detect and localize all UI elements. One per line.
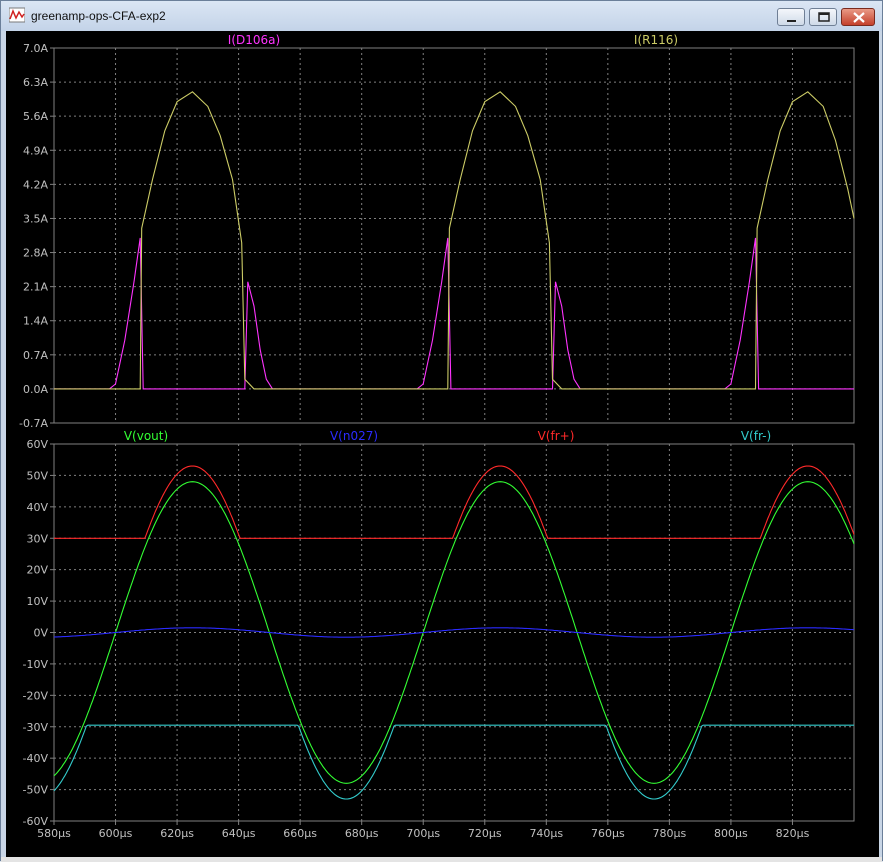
title-bar[interactable]: greenamp-ops-CFA-exp2 <box>1 1 882 31</box>
legend-label[interactable]: V(fr+) <box>538 429 575 443</box>
y-tick-label: 2.8A <box>23 247 48 260</box>
trace-vfr-[interactable] <box>53 724 854 800</box>
y-tick-label: 40V <box>26 501 48 514</box>
y-tick-label: 0.0A <box>23 383 48 396</box>
y-tick-label: -40V <box>23 752 49 765</box>
y-tick-label: -10V <box>23 658 49 671</box>
waveform-icon <box>9 7 25 23</box>
y-tick-label: -20V <box>23 689 49 702</box>
close-icon <box>853 12 865 23</box>
x-tick-label: 780µs <box>653 827 687 840</box>
maximize-button[interactable] <box>809 8 837 26</box>
y-tick-label: -0.7A <box>19 417 48 430</box>
y-tick-label: 20V <box>26 564 48 577</box>
y-tick-label: 4.2A <box>23 178 48 191</box>
y-tick-label: 30V <box>26 532 48 545</box>
trace-ir116[interactable] <box>54 91 855 390</box>
x-tick-label: 700µs <box>406 827 440 840</box>
y-tick-label: 2.1A <box>23 281 48 294</box>
x-tick-label: 640µs <box>222 827 256 840</box>
y-tick-label: 3.5A <box>23 212 48 225</box>
y-tick-label: 0.7A <box>23 349 48 362</box>
y-tick-label: 10V <box>26 595 48 608</box>
window-title: greenamp-ops-CFA-exp2 <box>31 9 166 23</box>
x-tick-label: 620µs <box>160 827 194 840</box>
x-tick-label: 800µs <box>714 827 748 840</box>
y-tick-label: 5.6A <box>23 110 48 123</box>
x-tick-label: 820µs <box>776 827 810 840</box>
y-tick-label: 50V <box>26 469 48 482</box>
y-tick-label: 0V <box>33 627 48 640</box>
voltage-pane[interactable]: 60V 50V 40V 30V 20V 10V 0V -10V -20V -30V -40V -50V… <box>23 429 855 828</box>
y-tick-label: 7.0A <box>23 42 48 55</box>
x-tick-label: 740µs <box>529 827 563 840</box>
x-tick-label: 720µs <box>468 827 502 840</box>
x-tick-label: 600µs <box>99 827 133 840</box>
y-tick-label: -30V <box>23 721 49 734</box>
status-bar <box>1 857 882 862</box>
pane-frame <box>53 47 855 424</box>
x-tick-label: 580µs <box>37 827 71 840</box>
waveform-plot[interactable]: 7.0A 6.3A 5.6A 4.9A 4.2A 3.5A 2.8A 2.1A 1.4A 0.7A… <box>6 31 879 857</box>
y-tick-label: 4.9A <box>23 144 48 157</box>
waveform-window: greenamp-ops-CFA-exp2 7.0A 6.3A 5.6A 4.9A 4.… <box>0 0 883 862</box>
legend-label[interactable]: V(n027) <box>330 429 378 443</box>
x-tick-label: 660µs <box>283 827 317 840</box>
legend-label[interactable]: V(fr-) <box>741 429 771 443</box>
y-tick-label: 60V <box>26 438 48 451</box>
current-pane[interactable]: 7.0A 6.3A 5.6A 4.9A 4.2A 3.5A 2.8A 2.1A 1.4A 0.7A… <box>19 33 855 430</box>
y-tick-label: 6.3A <box>23 76 48 89</box>
legend-label[interactable]: V(vout) <box>124 429 168 443</box>
minimize-icon <box>787 20 796 22</box>
plot-area[interactable]: 7.0A 6.3A 5.6A 4.9A 4.2A 3.5A 2.8A 2.1A 1.4A 0.7A… <box>6 31 879 857</box>
trace-vfr+[interactable] <box>54 465 855 539</box>
y-tick-label: 1.4A <box>23 315 48 328</box>
close-button[interactable] <box>841 8 875 26</box>
trace-id106a[interactable] <box>54 237 854 390</box>
maximize-icon <box>818 12 830 22</box>
minimize-button[interactable] <box>777 8 805 26</box>
y-tick-label: -50V <box>23 784 49 797</box>
x-tick-label: 680µs <box>345 827 379 840</box>
legend-label[interactable]: I(R116) <box>634 33 678 47</box>
legend-label[interactable]: I(D106a) <box>228 33 280 47</box>
x-tick-label: 760µs <box>591 827 625 840</box>
